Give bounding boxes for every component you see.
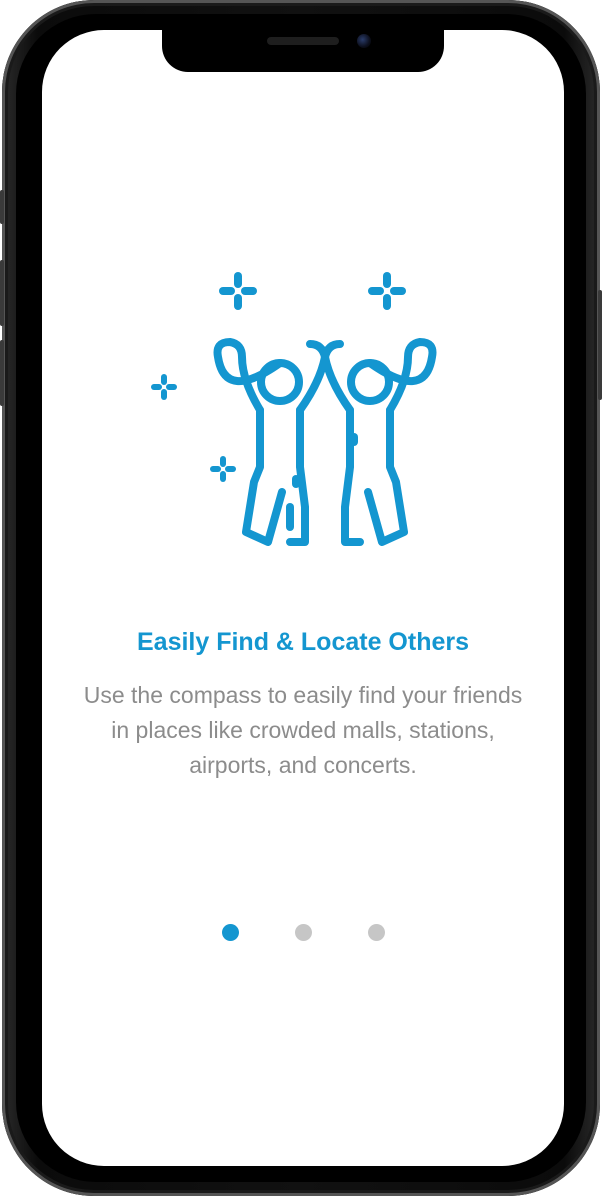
page-indicator [42,924,564,941]
page-dot-3[interactable] [367,924,385,941]
phone-frame: Easily Find & Locate Others Use the comp… [0,0,602,1196]
right-person-icon [306,338,437,546]
speaker [267,37,339,45]
sparkle-icon [368,272,406,310]
onboarding-screen: Easily Find & Locate Others Use the comp… [42,30,564,1166]
volume-down-button [0,340,4,406]
camera-icon [357,34,371,48]
onboarding-description: Use the compass to easily find your frie… [83,682,523,778]
sparkle-icon [151,374,177,400]
page-dot-2[interactable] [294,924,312,941]
sparkle-icon [219,272,257,310]
mute-switch [0,190,4,224]
left-person-icon [213,338,344,546]
page-dot-1[interactable] [221,924,239,941]
volume-up-button [0,260,4,326]
power-button [598,290,602,400]
sparkle-icon [210,456,236,482]
onboarding-title: Easily Find & Locate Others [136,628,470,656]
notch [162,30,444,72]
people-celebrating-icon [151,272,437,546]
